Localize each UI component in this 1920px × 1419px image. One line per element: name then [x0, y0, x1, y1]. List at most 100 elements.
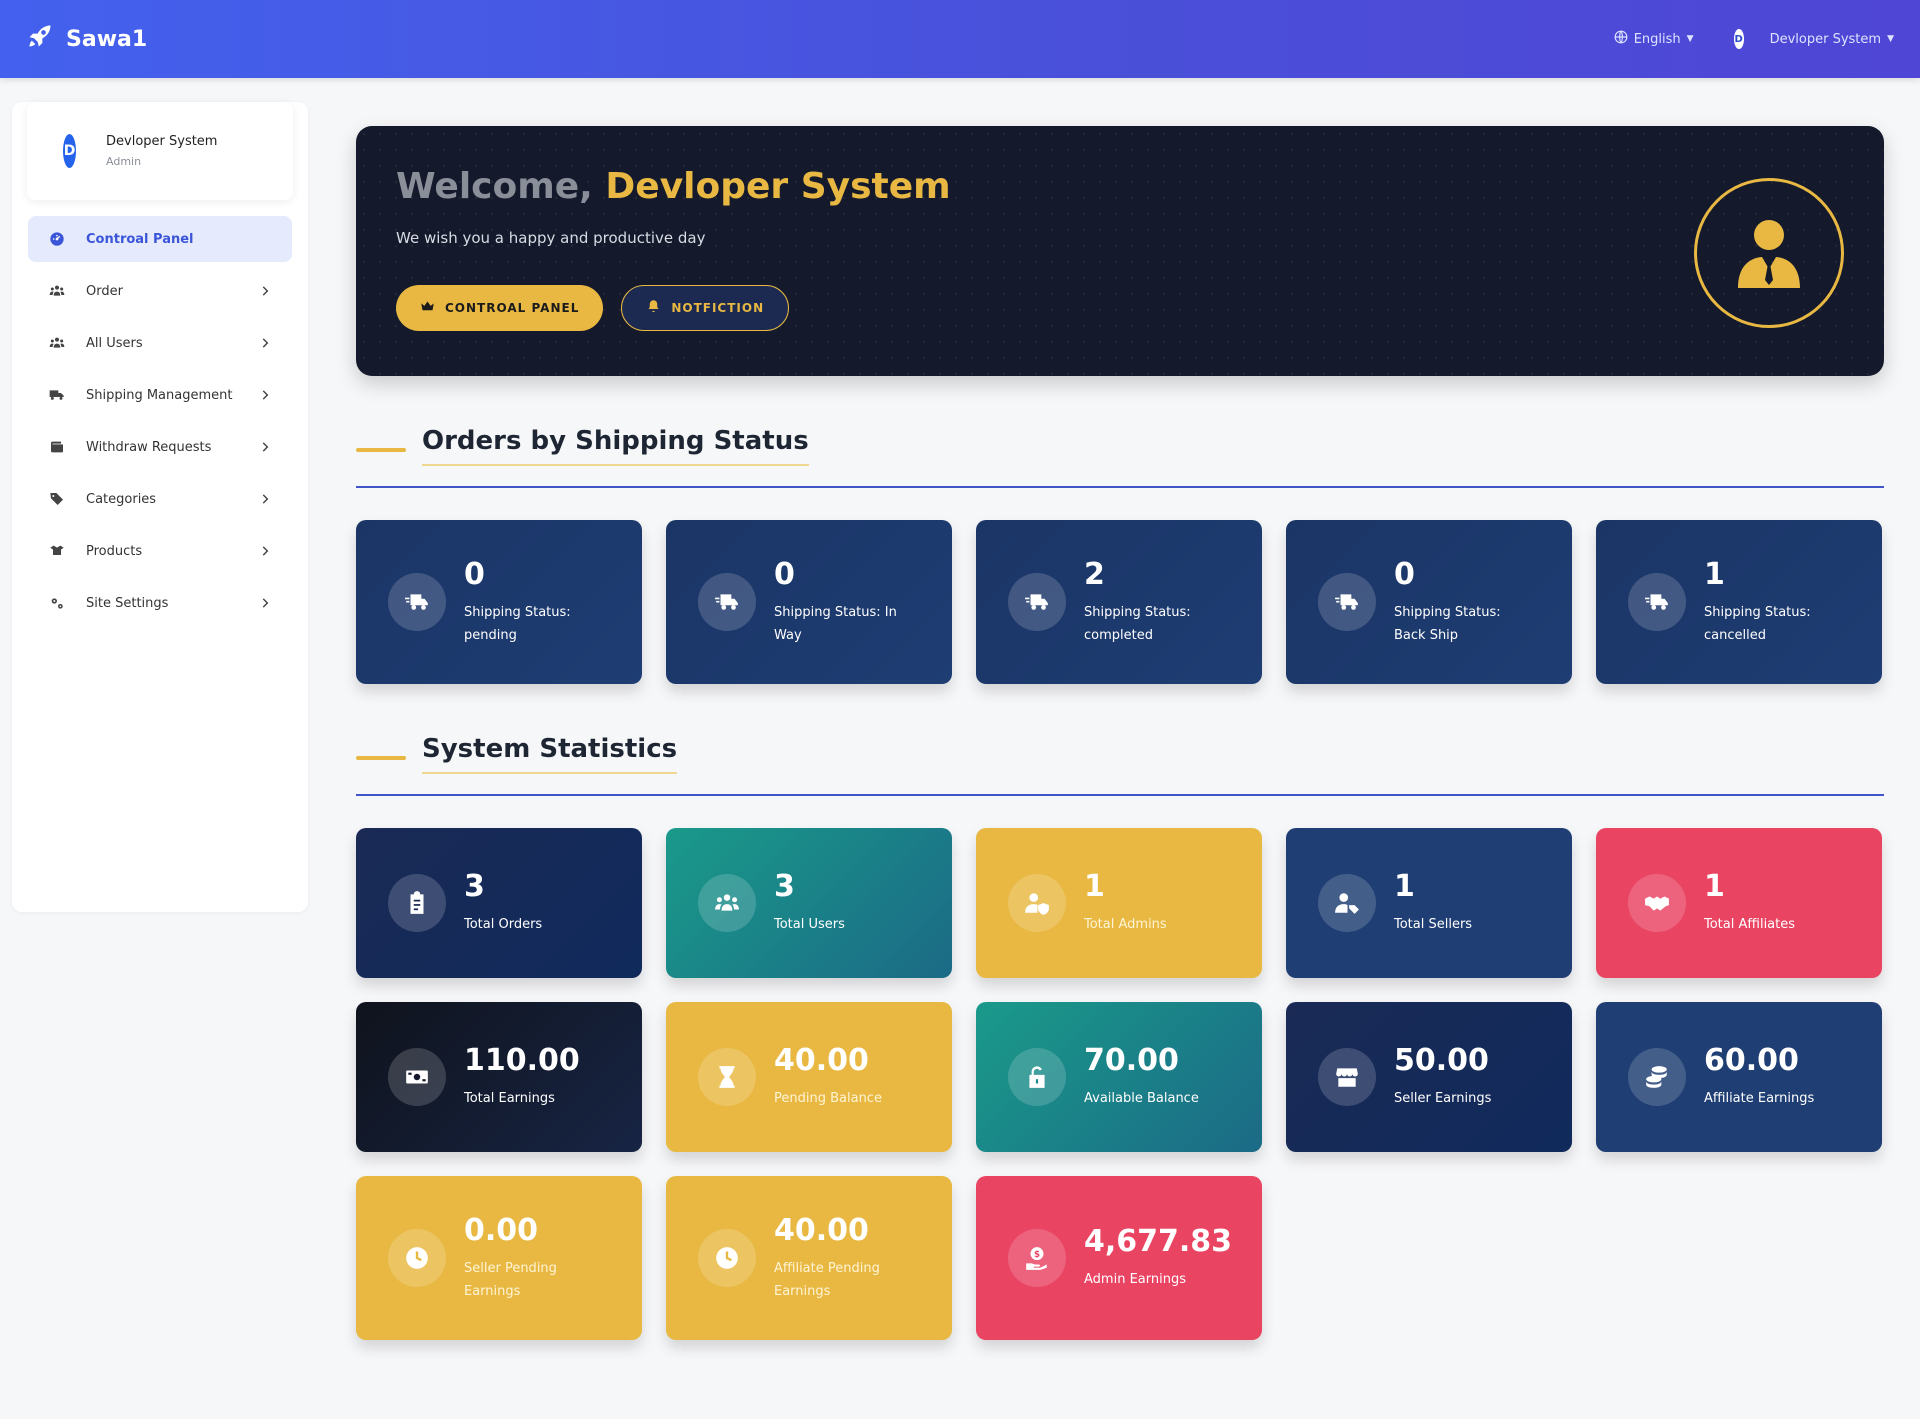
- chevron-right-icon: [262, 442, 269, 452]
- card-label: Total Orders: [464, 917, 543, 932]
- card-label: Shipping Status: completed: [1084, 604, 1191, 643]
- card-value: 1: [1704, 869, 1725, 904]
- stat-card-seller-pending-earnings[interactable]: 0.00 Seller Pending Earnings: [356, 1176, 642, 1340]
- stat-card-total-users[interactable]: 3 Total Users: [666, 828, 952, 978]
- card-label: Affiliate Pending Earnings: [774, 1260, 880, 1299]
- stat-card-affiliate-pending-earnings[interactable]: 40.00 Affiliate Pending Earnings: [666, 1176, 952, 1340]
- stat-card-affiliate-earnings[interactable]: 60.00 Affiliate Earnings: [1596, 1002, 1882, 1152]
- brand-logo[interactable]: Sawa1: [26, 22, 147, 56]
- card-label: Total Affiliates: [1704, 917, 1796, 932]
- caret-down-icon: ▼: [1686, 34, 1694, 44]
- shipping-card-pending[interactable]: 0 Shipping Status: pending: [356, 520, 642, 684]
- sidebar-item-shipping-management[interactable]: Shipping Management: [28, 372, 292, 418]
- svg-text:$: $: [1034, 1250, 1040, 1260]
- card-value: 0.00: [464, 1212, 539, 1248]
- crown-icon: [420, 299, 435, 317]
- chevron-right-icon: [262, 546, 269, 556]
- card-label: Shipping Status: In Way: [774, 604, 897, 643]
- hand-holding-dollar-icon: $: [1008, 1229, 1066, 1287]
- user-tag-icon: [1318, 874, 1376, 932]
- clock-icon: [698, 1229, 756, 1287]
- chevron-right-icon: [262, 390, 269, 400]
- shipping-card-back-ship[interactable]: 0 Shipping Status: Back Ship: [1286, 520, 1572, 684]
- stats-section-header: System Statistics: [356, 732, 1884, 796]
- users-icon: [48, 334, 66, 352]
- sidebar-item-site-settings[interactable]: Site Settings: [28, 580, 292, 626]
- sidebar-item-products[interactable]: Products: [28, 528, 292, 574]
- coins-icon: [1628, 1048, 1686, 1106]
- user-tie-icon: [1738, 220, 1800, 288]
- clipboard-icon: [388, 874, 446, 932]
- shipping-fast-icon: [388, 573, 446, 631]
- shipping-section-title: Orders by Shipping Status: [422, 426, 809, 466]
- sidebar-item-control-panel[interactable]: Controal Panel: [28, 216, 292, 262]
- shipping-card-cancelled[interactable]: 1 Shipping Status: cancelled: [1596, 520, 1882, 684]
- sidebar-item-label: Order: [86, 283, 123, 299]
- card-value: 110.00: [464, 1043, 580, 1078]
- sidebar-item-label: Shipping Management: [86, 387, 233, 403]
- stat-card-total-earnings[interactable]: 110.00 Total Earnings: [356, 1002, 642, 1152]
- profile-name: Devloper System: [106, 134, 218, 149]
- globe-icon: [1614, 30, 1628, 48]
- control-panel-button[interactable]: CONTROAL PANEL: [396, 285, 604, 331]
- language-dropdown[interactable]: English ▼: [1614, 30, 1694, 48]
- card-value: 2: [1084, 556, 1105, 592]
- shipping-cards-grid: 0 Shipping Status: pending 0 Shipping Stat…: [356, 520, 1884, 684]
- user-shield-icon: [1008, 874, 1066, 932]
- welcome-subtitle: We wish you a happy and productive day: [396, 229, 706, 247]
- card-value: 0: [774, 556, 795, 592]
- stats-section-title: System Statistics: [422, 734, 678, 774]
- card-value: 1: [1394, 869, 1415, 904]
- card-label: Total Admins: [1084, 917, 1167, 932]
- rocket-icon: [26, 22, 54, 56]
- notification-button-label: NOTFICTION: [671, 301, 765, 315]
- chevron-right-icon: [262, 338, 269, 348]
- profile-role: Admin: [106, 155, 142, 168]
- card-value: 1: [1084, 869, 1105, 904]
- card-value: 50.00: [1394, 1043, 1489, 1078]
- shipping-section-header: Orders by Shipping Status: [356, 424, 1884, 488]
- stat-card-total-admins[interactable]: 1 Total Admins: [976, 828, 1262, 978]
- stat-card-available-balance[interactable]: 70.00 Available Balance: [976, 1002, 1262, 1152]
- avatar: D: [63, 134, 76, 168]
- shipping-card-completed[interactable]: 2 Shipping Status: completed: [976, 520, 1262, 684]
- stat-card-pending-balance[interactable]: 40.00 Pending Balance: [666, 1002, 952, 1152]
- shipping-card-in-way[interactable]: 0 Shipping Status: In Way: [666, 520, 952, 684]
- sidebar-item-categories[interactable]: Categories: [28, 476, 292, 522]
- sidebar-item-label: Categories: [86, 491, 157, 507]
- user-dropdown[interactable]: D Devloper System ▼: [1733, 29, 1894, 49]
- truck-icon: [48, 386, 66, 404]
- stat-card-total-orders[interactable]: 3 Total Orders: [356, 828, 642, 978]
- sidebar-item-label: Products: [86, 543, 143, 559]
- stat-card-seller-earnings[interactable]: 50.00 Seller Earnings: [1286, 1002, 1572, 1152]
- caret-down-icon: ▼: [1887, 34, 1894, 44]
- users-icon: [48, 282, 66, 300]
- shipping-fast-icon: [1628, 573, 1686, 631]
- card-value: 70.00: [1084, 1043, 1179, 1078]
- tags-icon: [48, 490, 66, 508]
- hourglass-icon: [698, 1048, 756, 1106]
- card-label: Seller Earnings: [1394, 1091, 1492, 1106]
- card-value: 4,677.83: [1084, 1224, 1233, 1259]
- card-label: Seller Pending Earnings: [464, 1260, 557, 1299]
- users-icon: [698, 874, 756, 932]
- control-panel-button-label: CONTROAL PANEL: [445, 301, 580, 315]
- sidebar-item-all-users[interactable]: All Users: [28, 320, 292, 366]
- sidebar-item-order[interactable]: Order: [28, 268, 292, 314]
- sidebar-item-withdraw-requests[interactable]: Withdraw Requests: [28, 424, 292, 470]
- card-label: Shipping Status: pending: [464, 604, 571, 643]
- shipping-fast-icon: [1008, 573, 1066, 631]
- notification-button[interactable]: NOTFICTION: [621, 285, 790, 331]
- wallet-icon: [48, 438, 66, 456]
- shipping-fast-icon: [1318, 573, 1376, 631]
- stat-card-total-sellers[interactable]: 1 Total Sellers: [1286, 828, 1572, 978]
- card-label: Available Balance: [1084, 1091, 1199, 1106]
- gears-icon: [48, 594, 66, 612]
- user-avatar: D: [1733, 29, 1744, 49]
- card-value: 3: [774, 869, 795, 904]
- stat-card-total-affiliates[interactable]: 1 Total Affiliates: [1596, 828, 1882, 978]
- user-name: Devloper System: [1769, 31, 1882, 47]
- card-label: Total Users: [774, 917, 845, 932]
- stat-card-admin-earnings[interactable]: $ 4,677.83 Admin Earnings: [976, 1176, 1262, 1340]
- sidebar-item-label: All Users: [86, 335, 143, 351]
